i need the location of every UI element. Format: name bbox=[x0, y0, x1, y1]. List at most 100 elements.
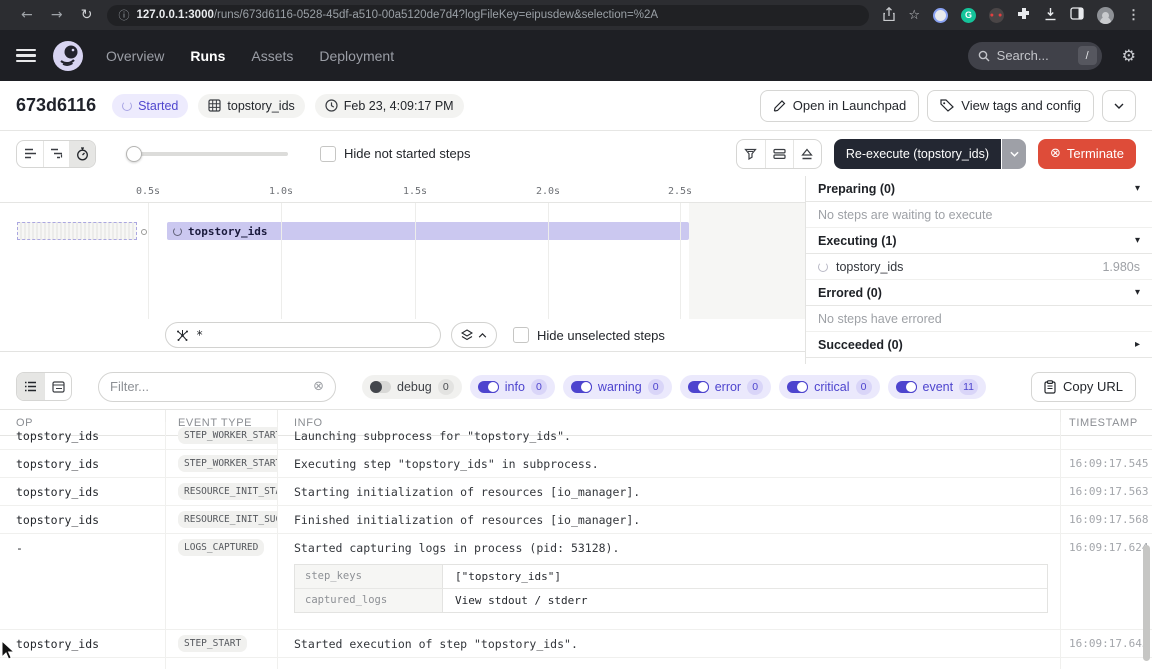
panel-section-errored[interactable]: Errored (0)▾ bbox=[806, 280, 1152, 306]
browser-menu-icon[interactable]: ⋮ bbox=[1127, 7, 1140, 23]
global-search[interactable]: Search... / bbox=[968, 42, 1102, 70]
axis-tick: 1.0s bbox=[269, 186, 293, 197]
bookmark-star-icon[interactable]: ☆ bbox=[908, 8, 920, 23]
chevron-down-icon: ▾ bbox=[1135, 287, 1140, 298]
stdout-stderr-link[interactable]: View stdout / stderr bbox=[443, 589, 599, 612]
downloads-icon[interactable] bbox=[1044, 7, 1057, 24]
chip-critical[interactable]: critical0 bbox=[779, 375, 879, 399]
browser-profile-avatar[interactable] bbox=[1097, 7, 1114, 24]
side-panel-icon[interactable] bbox=[1070, 7, 1084, 23]
extensions-puzzle-icon[interactable] bbox=[1017, 7, 1031, 24]
chip-event[interactable]: event11 bbox=[888, 375, 987, 399]
log-list-view-icon[interactable] bbox=[17, 373, 44, 400]
log-info-text: Started capturing logs in process (pid: … bbox=[294, 541, 1052, 555]
log-timestamp-cell: 16:09:17.563 bbox=[1060, 478, 1152, 505]
slider-knob[interactable] bbox=[126, 146, 142, 162]
log-row[interactable]: topstory_idsSTEP_WORKER_STARTEDExecuting… bbox=[0, 450, 1152, 478]
settings-gear-icon[interactable]: ⚙ bbox=[1122, 46, 1136, 65]
open-in-launchpad-button[interactable]: Open in Launchpad bbox=[760, 90, 919, 122]
gantt-link-dot bbox=[141, 229, 147, 235]
panel-section-title: Executing (1) bbox=[818, 234, 897, 248]
nav-item-deployment[interactable]: Deployment bbox=[319, 48, 394, 64]
view-waterfall-icon[interactable] bbox=[43, 141, 69, 167]
eject-icon[interactable] bbox=[793, 140, 821, 168]
log-event-type-cell: STEP_WORKER_STARTED bbox=[165, 450, 277, 477]
view-tags-config-button[interactable]: View tags and config bbox=[927, 90, 1094, 122]
layers-icon bbox=[461, 329, 473, 341]
clear-filter-icon[interactable]: ⊗ bbox=[313, 379, 324, 394]
log-row[interactable]: topstory_idsRESOURCE_INIT_SUCC…Finished … bbox=[0, 506, 1152, 534]
metadata-row: captured_logsView stdout / stderr bbox=[295, 588, 1047, 612]
log-view-mode-group bbox=[16, 372, 72, 401]
panel-step-row[interactable]: topstory_ids1.980s bbox=[806, 254, 1152, 280]
page-info-icon[interactable]: ⓘ bbox=[118, 7, 129, 23]
log-row[interactable]: topstory_idsSTEP_WORKER_STARTI…Launching… bbox=[0, 436, 1152, 450]
toggle-knob bbox=[580, 381, 592, 393]
browser-forward-icon[interactable]: → bbox=[42, 7, 72, 23]
spinner-icon bbox=[818, 262, 828, 272]
browser-reload-icon[interactable]: ↻ bbox=[72, 7, 102, 23]
chip-warning[interactable]: warning0 bbox=[563, 375, 672, 399]
extension-clock-icon[interactable] bbox=[933, 8, 948, 23]
job-pill[interactable]: topstory_ids bbox=[198, 94, 304, 118]
gantt-zoom-slider[interactable] bbox=[126, 146, 288, 162]
hide-unselected-option[interactable]: Hide unselected steps bbox=[513, 327, 665, 343]
copy-url-button[interactable]: Copy URL bbox=[1031, 372, 1136, 402]
log-op-cell: - bbox=[0, 534, 165, 629]
url-bar[interactable]: ⓘ 127.0.0.1:3000/runs/673d6116-0528-45df… bbox=[107, 5, 869, 26]
graph-layers-button[interactable] bbox=[451, 322, 497, 348]
app-nav: Overview Runs Assets Deployment Search... /… bbox=[0, 30, 1152, 81]
log-event-type-cell: RESOURCE_INIT_SUCC… bbox=[165, 506, 277, 533]
log-row[interactable]: topstory_idsSTEP_STARTStarted execution … bbox=[0, 630, 1152, 658]
view-flat-icon[interactable] bbox=[17, 141, 43, 167]
nav-item-assets[interactable]: Assets bbox=[251, 48, 293, 64]
step-selection-input[interactable]: * bbox=[165, 322, 441, 348]
gantt-step-bar[interactable]: topstory_ids bbox=[167, 222, 689, 240]
event-type-tag: RESOURCE_INIT_SUCC… bbox=[178, 511, 277, 528]
hide-not-started-option[interactable]: Hide not started steps bbox=[320, 146, 470, 162]
extension-grammarly-icon[interactable]: G bbox=[961, 8, 976, 23]
hide-unselected-checkbox[interactable] bbox=[513, 327, 529, 343]
run-more-actions-button[interactable] bbox=[1102, 90, 1136, 122]
log-info-cell: Started execution of step "topstory_ids"… bbox=[277, 630, 1060, 657]
chip-info[interactable]: info0 bbox=[470, 375, 555, 399]
toggle-on-icon bbox=[896, 381, 917, 393]
chip-label: error bbox=[715, 380, 741, 394]
log-filter-field[interactable]: ⊗ bbox=[98, 372, 336, 402]
log-row[interactable]: topstory_idsRESOURCE_INIT_STAR…Starting … bbox=[0, 478, 1152, 506]
hide-not-started-checkbox[interactable] bbox=[320, 146, 336, 162]
panel-section-preparing[interactable]: Preparing (0)▾ bbox=[806, 176, 1152, 202]
toggle-knob bbox=[487, 381, 499, 393]
hamburger-menu-icon[interactable] bbox=[16, 49, 36, 63]
pencil-icon bbox=[773, 99, 786, 112]
chip-error[interactable]: error0 bbox=[680, 375, 771, 399]
event-log-table: OP EVENT TYPE INFO TIMESTAMP topstory_id… bbox=[0, 410, 1152, 669]
panel-section-succeeded[interactable]: Succeeded (0)▸ bbox=[806, 332, 1152, 358]
filter-funnel-icon[interactable] bbox=[737, 140, 765, 168]
log-structured-view-icon[interactable] bbox=[44, 373, 71, 400]
browser-back-icon[interactable]: ← bbox=[12, 7, 42, 23]
chevron-right-icon: ▸ bbox=[1135, 339, 1140, 350]
dagster-run-page: ← → ↻ ⓘ 127.0.0.1:3000/runs/673d6116-052… bbox=[0, 0, 1152, 669]
metadata-key: step_keys bbox=[295, 565, 443, 588]
log-row[interactable]: -LOGS_CAPTUREDStarted capturing logs in … bbox=[0, 534, 1152, 630]
chip-debug[interactable]: debug0 bbox=[362, 375, 462, 399]
table-scrollbar-thumb[interactable] bbox=[1143, 545, 1150, 661]
nav-item-runs[interactable]: Runs bbox=[190, 48, 225, 64]
panel-empty-text: No steps have errored bbox=[806, 306, 1152, 332]
reexecute-dropdown-button[interactable] bbox=[1002, 139, 1026, 169]
dagster-logo[interactable] bbox=[52, 40, 84, 72]
share-icon[interactable] bbox=[883, 7, 895, 24]
panel-section-executing[interactable]: Executing (1)▾ bbox=[806, 228, 1152, 254]
extension-red-icon[interactable]: ● ● bbox=[989, 8, 1004, 23]
nav-item-overview[interactable]: Overview bbox=[106, 48, 164, 64]
reexecute-button[interactable]: Re-execute (topstory_ids) bbox=[834, 139, 1001, 169]
rows-icon[interactable] bbox=[765, 140, 793, 168]
toggle-on-icon bbox=[571, 381, 592, 393]
gantt-section: 0.5s1.0s1.5s2.0s2.5s topstory_ids * Hide… bbox=[0, 176, 1152, 364]
hide-not-started-label: Hide not started steps bbox=[344, 146, 470, 161]
log-filter-input[interactable] bbox=[110, 379, 305, 394]
terminate-button[interactable]: ⊗Terminate bbox=[1038, 139, 1136, 169]
log-info-cell: Finished initialization of resources [io… bbox=[277, 506, 1060, 533]
view-timed-stopwatch-icon[interactable] bbox=[69, 141, 95, 167]
